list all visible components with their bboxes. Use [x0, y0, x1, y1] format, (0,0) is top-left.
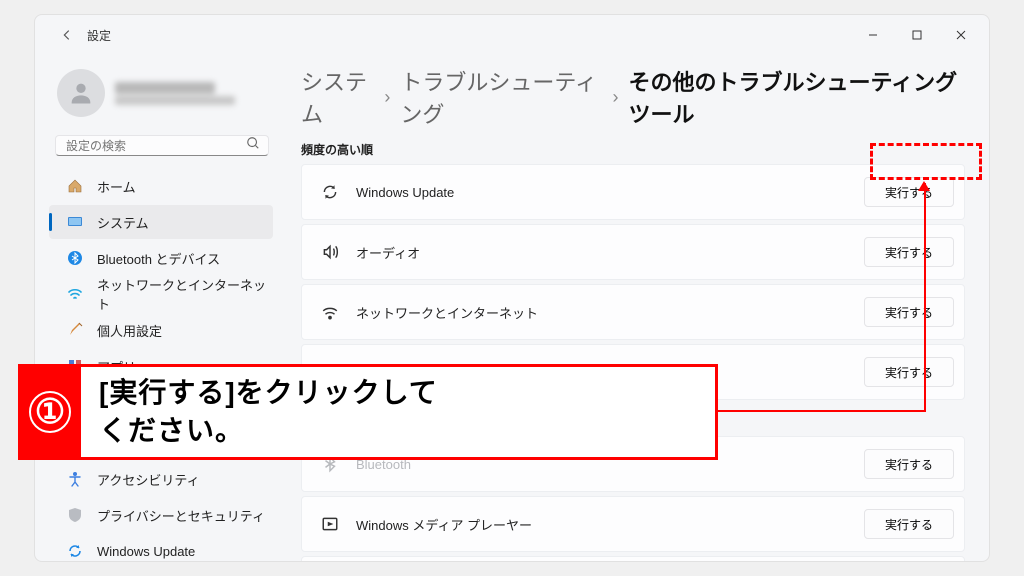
- user-info: [115, 82, 235, 105]
- body: ホーム システム Bluetooth とデバイス ネットワークとインターネット …: [35, 55, 989, 561]
- window-controls: [851, 19, 983, 51]
- titlebar: 設定: [35, 15, 989, 55]
- minimize-button[interactable]: [851, 19, 895, 51]
- system-icon: [67, 214, 83, 230]
- troubleshooter-label: Windows Update: [356, 185, 454, 200]
- bluetooth-icon: [67, 250, 83, 266]
- back-button[interactable]: [49, 17, 85, 53]
- troubleshooter-audio: オーディオ 実行する: [301, 224, 965, 280]
- annotation-arrow: [716, 410, 926, 412]
- annotation-step: ① [実行する]をクリックして ください。: [18, 364, 718, 460]
- network-icon: [318, 303, 342, 321]
- troubleshooter-label: ネットワークとインターネット: [356, 303, 538, 322]
- sync-icon: [318, 183, 342, 201]
- troubleshooter-windows-update: Windows Update 実行する: [301, 164, 965, 220]
- media-icon: [318, 515, 342, 533]
- annotation-arrow-head: [918, 181, 930, 191]
- main-content: システム › トラブルシューティング › その他のトラブルシューティング ツール…: [283, 55, 989, 561]
- chevron-right-icon: ›: [612, 87, 618, 108]
- search-input[interactable]: [66, 139, 246, 153]
- window-title: 設定: [87, 27, 111, 44]
- sidebar-item-label: Windows Update: [97, 544, 195, 559]
- troubleshooter-label: オーディオ: [356, 243, 420, 262]
- sidebar-item-label: Bluetooth とデバイス: [97, 249, 220, 268]
- troubleshooter-network: ネットワークとインターネット 実行する: [301, 284, 965, 340]
- troubleshooter-list: Windows Update 実行する オーディオ 実行する ネットワークとイン…: [301, 164, 965, 561]
- sidebar-item-label: ホーム: [97, 177, 136, 196]
- update-icon: [67, 543, 83, 559]
- breadcrumb-item[interactable]: トラブルシューティング: [400, 65, 602, 129]
- brush-icon: [67, 322, 83, 338]
- run-button[interactable]: 実行する: [864, 177, 954, 207]
- sidebar-item-personalize[interactable]: 個人用設定: [49, 313, 273, 347]
- sidebar: ホーム システム Bluetooth とデバイス ネットワークとインターネット …: [35, 55, 283, 561]
- sidebar-item-system[interactable]: システム: [49, 205, 273, 239]
- breadcrumb-current: その他のトラブルシューティング ツール: [628, 65, 965, 129]
- annotation-arrow: [924, 183, 926, 412]
- breadcrumb: システム › トラブルシューティング › その他のトラブルシューティング ツール: [301, 65, 965, 129]
- shield-icon: [67, 507, 83, 523]
- settings-window: 設定: [34, 14, 990, 562]
- annotation-step-number: ①: [19, 365, 81, 459]
- run-button[interactable]: 実行する: [864, 357, 954, 387]
- troubleshooter-camera: カメラ 実行する: [301, 556, 965, 561]
- user-name: [115, 82, 215, 94]
- close-button[interactable]: [939, 19, 983, 51]
- user-email: [115, 96, 235, 105]
- run-button[interactable]: 実行する: [864, 449, 954, 479]
- sidebar-item-label: アクセシビリティ: [97, 470, 200, 489]
- run-button[interactable]: 実行する: [864, 297, 954, 327]
- search-icon: [246, 136, 260, 155]
- sidebar-item-network[interactable]: ネットワークとインターネット: [49, 277, 273, 311]
- home-icon: [67, 178, 83, 194]
- sidebar-item-windows-update[interactable]: Windows Update: [49, 534, 273, 562]
- troubleshooter-label: Windows メディア プレーヤー: [356, 515, 532, 534]
- maximize-button[interactable]: [895, 19, 939, 51]
- accessibility-icon: [67, 471, 83, 487]
- avatar: [57, 69, 105, 117]
- run-button[interactable]: 実行する: [864, 237, 954, 267]
- search-box[interactable]: [55, 135, 269, 156]
- sidebar-item-label: ネットワークとインターネット: [97, 275, 273, 313]
- breadcrumb-item[interactable]: システム: [301, 65, 374, 129]
- run-button[interactable]: 実行する: [864, 509, 954, 539]
- annotation-text: [実行する]をクリックして ください。: [99, 374, 438, 450]
- sidebar-item-label: プライバシーとセキュリティ: [97, 506, 265, 525]
- speaker-icon: [318, 243, 342, 261]
- chevron-right-icon: ›: [384, 87, 390, 108]
- troubleshooter-wmp: Windows メディア プレーヤー 実行する: [301, 496, 965, 552]
- sidebar-item-label: システム: [97, 213, 149, 232]
- sidebar-item-label: 個人用設定: [97, 321, 162, 340]
- user-profile[interactable]: [45, 63, 283, 131]
- sidebar-item-accessibility[interactable]: アクセシビリティ: [49, 462, 273, 496]
- wifi-icon: [67, 286, 83, 302]
- sidebar-item-privacy[interactable]: プライバシーとセキュリティ: [49, 498, 273, 532]
- section-heading: 頻度の高い順: [301, 141, 965, 158]
- sidebar-item-home[interactable]: ホーム: [49, 169, 273, 203]
- sidebar-item-bluetooth[interactable]: Bluetooth とデバイス: [49, 241, 273, 275]
